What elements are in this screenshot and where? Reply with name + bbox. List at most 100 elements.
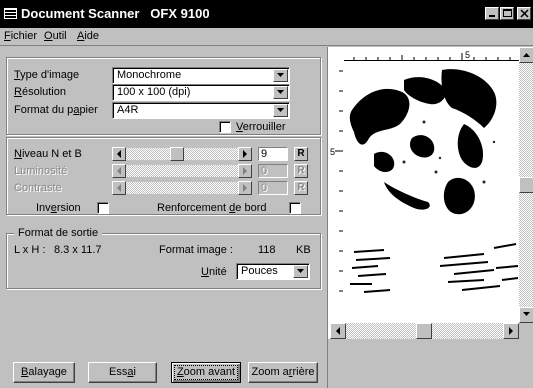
minimize-button[interactable] <box>485 7 499 20</box>
unit-select[interactable]: Pouces <box>236 263 310 280</box>
scanner-app-icon[interactable] <box>4 8 17 19</box>
output-format-group <box>6 233 321 289</box>
contrast-reset-button: R <box>294 181 308 195</box>
maximize-button[interactable] <box>500 7 514 20</box>
scroll-up-button[interactable] <box>519 47 533 63</box>
output-format-title: Format de sortie <box>14 227 103 239</box>
maximize-icon <box>503 9 512 17</box>
slider-track <box>126 182 238 194</box>
paper-format-dropdown-button[interactable] <box>273 104 288 117</box>
scrollbar-corner <box>519 323 533 339</box>
slider-left-button[interactable] <box>112 147 126 161</box>
menu-aide[interactable]: Aide <box>77 30 99 42</box>
menu-bar: Fichier Outil Aide <box>0 28 533 46</box>
slider-track <box>126 165 238 177</box>
arrow-down-icon <box>523 312 530 316</box>
menu-outil[interactable]: Outil <box>44 30 67 42</box>
chevron-down-icon <box>277 73 284 77</box>
contrast-input: 0 <box>258 181 288 195</box>
test-button[interactable]: Essai <box>88 362 157 383</box>
brightness-slider <box>112 164 252 178</box>
preview-panel: 5 5 <box>327 47 533 388</box>
scanned-dog-photo <box>344 62 519 322</box>
edge-enhance-checkbox[interactable] <box>289 202 301 214</box>
brightness-reset-button: R <box>294 164 308 178</box>
bw-level-slider[interactable] <box>112 147 252 161</box>
arrow-right-icon <box>243 184 247 192</box>
arrow-left-icon <box>336 327 340 335</box>
contrast-slider <box>112 181 252 195</box>
arrow-right-icon <box>243 150 247 158</box>
settings-panel: Type d'image Monochrome Résolution 100 x… <box>0 47 327 388</box>
edge-enhance-label: Renforcement de bord <box>157 202 267 214</box>
window-title: Document Scanner OFX 9100 <box>21 6 210 21</box>
slider-thumb[interactable] <box>170 147 184 161</box>
chevron-down-icon <box>277 90 284 94</box>
menu-fichier[interactable]: Fichier <box>4 30 37 42</box>
inversion-label: Inversion <box>36 202 81 214</box>
paper-format-label: Format du papier <box>14 104 98 116</box>
image-type-label: Type d'image <box>14 69 80 81</box>
scroll-down-button[interactable] <box>519 307 533 323</box>
zoom-in-button[interactable]: Zoom avant <box>171 362 241 383</box>
image-size-unit: KB <box>296 244 311 256</box>
chevron-down-icon <box>297 269 304 273</box>
chevron-down-icon <box>277 108 284 112</box>
arrow-right-icon <box>509 327 513 335</box>
arrow-right-icon <box>243 167 247 175</box>
image-size-label: Format image : <box>159 244 233 256</box>
unit-dropdown-button[interactable] <box>293 265 308 278</box>
brightness-input: 0 <box>258 164 288 178</box>
close-button[interactable] <box>517 7 531 20</box>
inversion-checkbox[interactable] <box>97 202 109 214</box>
brightness-label: Luminosité <box>14 165 68 177</box>
slider-right-button <box>238 181 252 195</box>
ruler-v-mark: 5 <box>330 147 335 157</box>
close-icon <box>520 9 529 18</box>
bw-level-label: Niveau N et B <box>14 148 82 160</box>
zoom-out-button[interactable]: Zoom arrière <box>248 362 318 383</box>
bw-level-reset-button[interactable]: R <box>294 147 308 161</box>
vertical-ruler: 5 <box>330 70 343 292</box>
preview-vertical-scrollbar[interactable] <box>519 47 533 323</box>
title-bar[interactable]: Document Scanner OFX 9100 <box>0 0 533 28</box>
slider-left-button <box>112 181 126 195</box>
image-type-value: Monochrome <box>117 69 182 81</box>
resolution-label: Résolution <box>14 86 66 98</box>
slider-right-button[interactable] <box>238 147 252 161</box>
paper-format-value: A4R <box>117 104 139 116</box>
image-type-select[interactable]: Monochrome <box>112 67 290 84</box>
arrow-left-icon <box>117 167 121 175</box>
preview-horizontal-scrollbar[interactable] <box>330 323 519 339</box>
resolution-select[interactable]: 100 x 100 (dpi) <box>112 84 290 101</box>
scroll-thumb[interactable] <box>519 177 533 193</box>
contrast-label: Contraste <box>14 182 62 194</box>
slider-right-button <box>238 164 252 178</box>
resolution-value: 100 x 100 (dpi) <box>117 86 191 98</box>
size-label: L x H : <box>14 244 46 256</box>
size-value: 8.3 x 11.7 <box>54 244 102 256</box>
minimize-icon <box>489 15 495 17</box>
lock-checkbox[interactable] <box>219 121 231 133</box>
image-type-dropdown-button[interactable] <box>273 69 288 82</box>
preview-footer <box>328 339 533 388</box>
ruler-h-mark: 5 <box>465 50 470 60</box>
scan-preview-frame[interactable]: 5 5 <box>329 47 533 339</box>
lock-label: Verrouiller <box>236 121 286 133</box>
scanner-window: Document Scanner OFX 9100 Fichier Outil … <box>0 0 533 388</box>
paper-format-select[interactable]: A4R <box>112 102 290 119</box>
bw-level-input[interactable]: 9 <box>258 147 288 161</box>
arrow-left-icon <box>117 184 121 192</box>
arrow-left-icon <box>117 150 121 158</box>
scroll-left-button[interactable] <box>330 323 346 339</box>
scroll-thumb[interactable] <box>416 323 432 339</box>
horizontal-ruler: 5 <box>344 50 519 61</box>
scroll-right-button[interactable] <box>503 323 519 339</box>
arrow-up-icon <box>523 53 530 57</box>
scan-button[interactable]: Balayage <box>13 362 75 383</box>
image-size-value: 118 <box>258 244 276 256</box>
slider-left-button <box>112 164 126 178</box>
unit-value: Pouces <box>241 265 278 277</box>
unit-label: Unité <box>201 266 227 278</box>
resolution-dropdown-button[interactable] <box>273 86 288 99</box>
